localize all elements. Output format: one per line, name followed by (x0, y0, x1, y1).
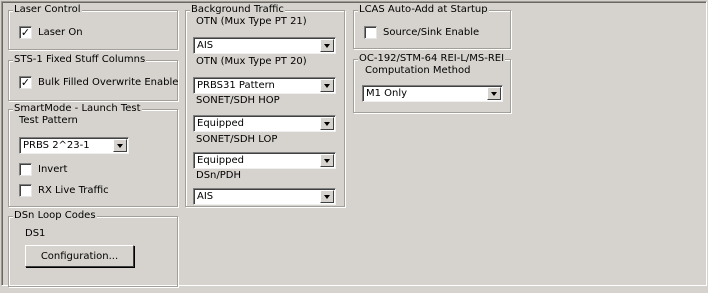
dsn-pdh-value: AIS (197, 191, 214, 202)
background-traffic-group: Background Traffic OTN (Mux Type PT 21) … (185, 4, 345, 207)
sts1-legend: STS-1 Fixed Stuff Columns (13, 54, 147, 66)
dsn-pdh-label: DSn/PDH (196, 170, 242, 181)
sts1-group: STS-1 Fixed Stuff Columns ✓ Bulk Filled … (8, 54, 178, 101)
otn20-value: PRBS31 Pattern (197, 80, 275, 91)
otn20-label: OTN (Mux Type PT 20) (196, 56, 307, 67)
dsn-loop-legend: DSn Loop Codes (13, 210, 97, 222)
test-pattern-select[interactable]: PRBS 2^23-1 (19, 137, 129, 154)
computation-method-value: M1 Only (366, 88, 408, 99)
computation-method-dropdown-button[interactable] (487, 87, 501, 100)
lcas-legend: LCAS Auto-Add at Startup (358, 4, 489, 16)
bulk-filled-checkbox[interactable]: ✓ Bulk Filled Overwrite Enable (19, 76, 178, 89)
oc192-group: OC-192/STM-64 REI-L/MS-REI Computation M… (353, 53, 511, 113)
hop-dropdown-button[interactable] (320, 117, 334, 130)
laser-control-legend: Laser Control (13, 4, 82, 16)
background-traffic-legend: Background Traffic (190, 4, 285, 16)
laser-control-group: Laser Control ✓ Laser On (8, 4, 178, 50)
chevron-down-icon (324, 121, 330, 126)
panel-frame: Laser Control ✓ Laser On STS-1 Fixed Stu… (1, 1, 707, 287)
otn20-select[interactable]: PRBS31 Pattern (193, 77, 336, 94)
hop-select[interactable]: Equipped (193, 115, 336, 132)
check-icon: ✓ (20, 76, 31, 89)
laser-on-box[interactable]: ✓ (19, 26, 32, 39)
source-sink-box[interactable] (364, 26, 377, 39)
bulk-filled-box[interactable]: ✓ (19, 76, 32, 89)
dsn-pdh-select[interactable]: AIS (193, 188, 336, 205)
chevron-down-icon (324, 158, 330, 163)
invert-box[interactable] (19, 163, 32, 176)
lop-value: Equipped (197, 155, 244, 166)
laser-on-checkbox[interactable]: ✓ Laser On (19, 26, 83, 39)
source-sink-label: Source/Sink Enable (383, 27, 480, 38)
chevron-down-icon (324, 194, 330, 199)
configuration-button-label: Configuration... (40, 250, 119, 262)
otn21-dropdown-button[interactable] (320, 39, 334, 52)
lop-dropdown-button[interactable] (320, 154, 334, 167)
dsn-pdh-dropdown-button[interactable] (320, 190, 334, 203)
otn20-dropdown-button[interactable] (320, 79, 334, 92)
dsn-loop-group: DSn Loop Codes DS1 Configuration... (8, 210, 178, 287)
computation-method-select[interactable]: M1 Only (362, 85, 503, 102)
chevron-down-icon (491, 91, 497, 96)
rx-live-checkbox[interactable]: RX Live Traffic (19, 184, 109, 197)
otn21-select[interactable]: AIS (193, 37, 336, 54)
lcas-group: LCAS Auto-Add at Startup Source/Sink Ena… (353, 4, 511, 49)
oc192-legend: OC-192/STM-64 REI-L/MS-REI (358, 53, 506, 65)
lop-select[interactable]: Equipped (193, 152, 336, 169)
smartmode-legend: SmartMode - Launch Test (13, 103, 142, 115)
bulk-filled-label: Bulk Filled Overwrite Enable (38, 77, 179, 88)
rx-live-box[interactable] (19, 184, 32, 197)
laser-on-label: Laser On (38, 27, 83, 38)
source-sink-checkbox[interactable]: Source/Sink Enable (364, 26, 479, 39)
chevron-down-icon (117, 143, 123, 148)
otn21-value: AIS (197, 40, 214, 51)
computation-method-label: Computation Method (365, 65, 471, 76)
chevron-down-icon (324, 43, 330, 48)
configuration-button[interactable]: Configuration... (25, 245, 134, 267)
test-pattern-label: Test Pattern (19, 115, 78, 126)
rx-live-label: RX Live Traffic (38, 185, 109, 196)
hop-value: Equipped (197, 118, 244, 129)
test-pattern-value: PRBS 2^23-1 (23, 140, 90, 151)
invert-checkbox[interactable]: Invert (19, 163, 67, 176)
lop-label: SONET/SDH LOP (196, 134, 278, 145)
otn21-label: OTN (Mux Type PT 21) (196, 16, 307, 27)
chevron-down-icon (324, 83, 330, 88)
hop-label: SONET/SDH HOP (196, 95, 280, 106)
check-icon: ✓ (20, 26, 31, 39)
test-pattern-dropdown-button[interactable] (113, 139, 127, 152)
smartmode-group: SmartMode - Launch Test Test Pattern PRB… (8, 103, 178, 207)
ds1-label: DS1 (25, 228, 46, 239)
invert-label: Invert (38, 164, 68, 175)
